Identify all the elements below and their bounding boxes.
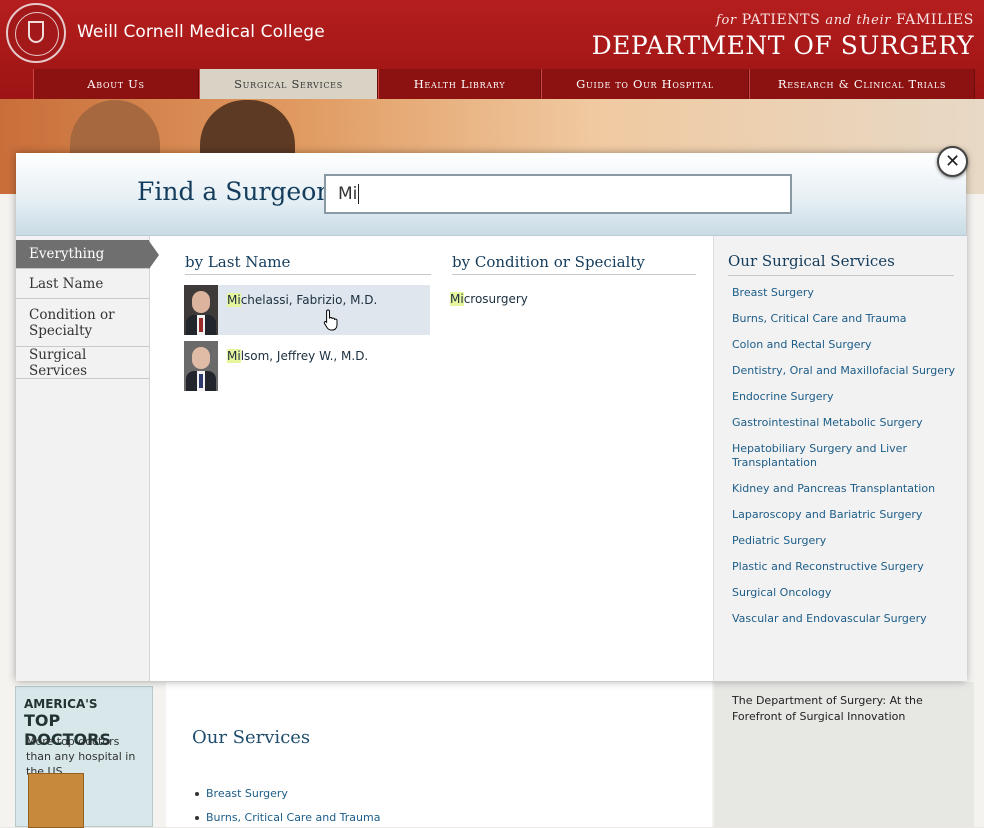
search-input-value: Mi [338, 184, 358, 204]
text-caret [358, 184, 360, 204]
college-name[interactable]: Weill Cornell Medical College [77, 22, 325, 42]
service-link[interactable]: Surgical Oncology [732, 586, 962, 600]
filter-last-name[interactable]: Last Name [16, 269, 149, 299]
surgeon-photo[interactable] [184, 285, 218, 335]
modal-title: Find a Surgeon [137, 177, 333, 206]
department-title[interactable]: DEPARTMENT OF SURGERY [592, 31, 974, 60]
service-link[interactable]: Pediatric Surgery [732, 534, 962, 548]
tagline-for: for [716, 13, 737, 28]
service-link[interactable]: Breast Surgery [732, 286, 962, 300]
condition-result-microsurgery[interactable]: Microsurgery [450, 292, 528, 306]
col-last-name-heading: by Last Name [185, 253, 431, 275]
our-services-heading: Our Services [192, 727, 311, 748]
service-link[interactable]: Hepatobiliary Surgery and Liver Transpla… [732, 442, 962, 470]
top-doctors-ad[interactable]: AMERICA'S TOP DOCTORS More top doctors t… [15, 686, 153, 828]
modal-header: Find a Surgeon Mi [16, 153, 966, 236]
service-link[interactable]: Colon and Rectal Surgery [732, 338, 962, 352]
filter-surgical-services[interactable]: Surgical Services [16, 347, 149, 379]
active-filter-arrow [149, 241, 159, 269]
service-link[interactable]: Kidney and Pancreas Transplantation [732, 482, 962, 496]
site-header: Weill Cornell Medical College for PATIEN… [0, 0, 984, 99]
filter-condition-specialty[interactable]: Condition or Specialty [16, 299, 149, 347]
match-highlight: Mi [227, 293, 241, 307]
close-icon[interactable]: ✕ [937, 146, 968, 177]
surgeon-result-michelassi[interactable]: Michelassi, Fabrizio, M.D. [227, 293, 377, 307]
col-condition-heading: by Condition or Specialty [452, 253, 696, 275]
nav-research-clinical-trials[interactable]: Research & Clinical Trials [749, 69, 975, 99]
find-surgeon-modal: Find a Surgeon Mi ✕ Everything Last Name… [16, 146, 968, 681]
filter-sidebar: Everything Last Name Condition or Specia… [16, 236, 150, 681]
match-highlight: Mi [227, 349, 241, 363]
service-link[interactable]: Laparoscopy and Bariatric Surgery [732, 508, 962, 522]
main-column [166, 682, 712, 827]
tagline-families: FAMILIES [896, 12, 974, 28]
services-heading: Our Surgical Services [728, 252, 954, 276]
filter-everything[interactable]: Everything [16, 240, 149, 269]
surgeon-search-input[interactable]: Mi [324, 174, 792, 214]
bullet [195, 816, 199, 820]
match-highlight: Mi [450, 292, 464, 306]
tagline: for PATIENTS and their FAMILIES [716, 12, 974, 28]
surgeon-photo[interactable] [184, 341, 218, 391]
nav-about-us[interactable]: About Us [33, 69, 199, 99]
book-cover-image [28, 773, 84, 828]
ad-line1: AMERICA'S [24, 697, 98, 711]
surgeon-result-milsom[interactable]: Milsom, Jeffrey W., M.D. [227, 349, 368, 363]
main-nav: About Us Surgical Services Health Librar… [33, 69, 975, 99]
service-link[interactable]: Burns, Critical Care and Trauma [732, 312, 962, 326]
service-link[interactable]: Burns, Critical Care and Trauma [206, 811, 380, 824]
service-link[interactable]: Endocrine Surgery [732, 390, 962, 404]
hand-cursor-icon [323, 309, 338, 331]
result-condition: crosurgery [463, 292, 528, 306]
forefront-text[interactable]: The Department of Surgery: At the Forefr… [732, 693, 964, 725]
service-link[interactable]: Plastic and Reconstructive Surgery [732, 560, 962, 574]
bullet [195, 792, 199, 796]
service-link[interactable]: Breast Surgery [206, 787, 288, 800]
service-link[interactable]: Gastrointestinal Metabolic Surgery [732, 416, 962, 430]
shield-icon [28, 21, 44, 43]
service-link[interactable]: Vascular and Endovascular Surgery [732, 612, 962, 626]
nav-surgical-services[interactable]: Surgical Services [199, 69, 378, 99]
service-link[interactable]: Dentistry, Oral and Maxillofacial Surger… [732, 364, 962, 378]
cornell-seal-logo[interactable] [6, 3, 66, 63]
tagline-and-their: and their [825, 13, 892, 28]
nav-health-library[interactable]: Health Library [378, 69, 541, 99]
tagline-patients: PATIENTS [741, 12, 821, 28]
result-name: chelassi, Fabrizio, M.D. [240, 293, 378, 307]
nav-guide-to-hospital[interactable]: Guide to Our Hospital [541, 69, 749, 99]
result-name: lsom, Jeffrey W., M.D. [240, 349, 369, 363]
surgical-services-panel: Our Surgical Services Breast Surgery Bur… [713, 236, 967, 681]
